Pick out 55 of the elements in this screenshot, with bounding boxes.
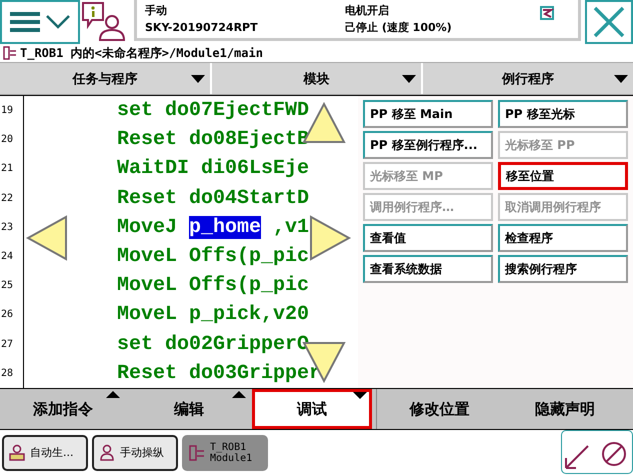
debug-menu-item[interactable]: 搜索例行程序 xyxy=(498,255,628,283)
line-number: 21 xyxy=(0,154,24,184)
toolbar-button[interactable]: 添加指令 xyxy=(0,389,126,429)
line-number: 22 xyxy=(0,184,24,213)
line-number: 26 xyxy=(0,300,24,330)
taskbar-button[interactable]: T_ROB1 Module1 xyxy=(182,434,268,470)
menu-icon xyxy=(10,11,40,33)
run-state: 己停止 (速度 100%) xyxy=(345,20,453,35)
line-number: 24 xyxy=(0,242,24,272)
debug-menu-item[interactable]: PP 移至 Main xyxy=(363,100,493,128)
toolbar-button[interactable]: 修改位置 xyxy=(376,389,502,429)
system-name: SKY-20190724RPT xyxy=(145,21,259,34)
column-dropdown[interactable]: 例行程序 xyxy=(423,63,633,94)
scroll-left-icon[interactable] xyxy=(25,215,69,261)
taskbar-button[interactable]: 自动生... xyxy=(2,434,88,470)
robot-program-icon xyxy=(8,444,26,462)
line-number: 25 xyxy=(0,271,24,300)
operating-mode: 手动 xyxy=(145,3,168,18)
code-line: set do02GripperO xyxy=(117,332,310,358)
program-icon xyxy=(3,46,17,60)
code-line: MoveJ p_home ,v1 xyxy=(117,214,310,241)
column-dropdown[interactable]: 任务与程序 xyxy=(0,63,212,94)
line-number: 27 xyxy=(0,330,24,359)
debug-menu-item[interactable]: 检查程序 xyxy=(498,224,628,252)
quickset-button[interactable] xyxy=(561,430,633,474)
code-line: MoveL Offs(p_pic xyxy=(117,273,310,300)
toolbar-button[interactable]: 调试 xyxy=(252,389,372,429)
robot-status-icon xyxy=(540,6,554,20)
code-line: Reset do04StartD xyxy=(117,186,310,212)
program-icon xyxy=(188,444,206,462)
debug-menu-item[interactable]: PP 移至光标 xyxy=(498,100,628,128)
toolbar-button[interactable]: 隐藏声明 xyxy=(502,389,628,429)
code-line: MoveL p_pick,v20 xyxy=(117,302,310,328)
debug-menu-item[interactable]: 移至位置 xyxy=(498,162,628,190)
line-number: 20 xyxy=(0,125,24,154)
person-icon xyxy=(98,444,116,462)
debug-menu-item[interactable]: 查看系统数据 xyxy=(363,255,493,283)
code-line: Reset do03Gripper xyxy=(117,360,322,387)
chevron-down-icon xyxy=(46,15,70,29)
line-number: 23 xyxy=(0,212,24,242)
motor-state: 电机开启 xyxy=(345,3,390,18)
code-line: WaitDI di06LsEje xyxy=(117,156,310,182)
column-dropdown[interactable]: 模块 xyxy=(212,63,424,94)
debug-menu-item[interactable]: 查看值 xyxy=(363,224,493,252)
code-line: MoveL Offs(p_pic xyxy=(117,244,310,270)
close-button[interactable] xyxy=(585,0,633,44)
program-path: T_ROB1 内的<未命名程序>/Module1/main xyxy=(20,44,263,62)
line-number: 19 xyxy=(0,96,24,126)
menu-button[interactable] xyxy=(0,0,80,44)
close-icon xyxy=(593,6,625,38)
scroll-right-icon[interactable] xyxy=(308,215,352,261)
taskbar-button[interactable]: 手动操纵 xyxy=(92,434,178,470)
debug-menu-item[interactable]: PP 移至例行程序... xyxy=(363,131,493,159)
code-line: set do07EjectFWD xyxy=(117,98,310,124)
code-line: Reset do08EjectB xyxy=(117,127,310,154)
